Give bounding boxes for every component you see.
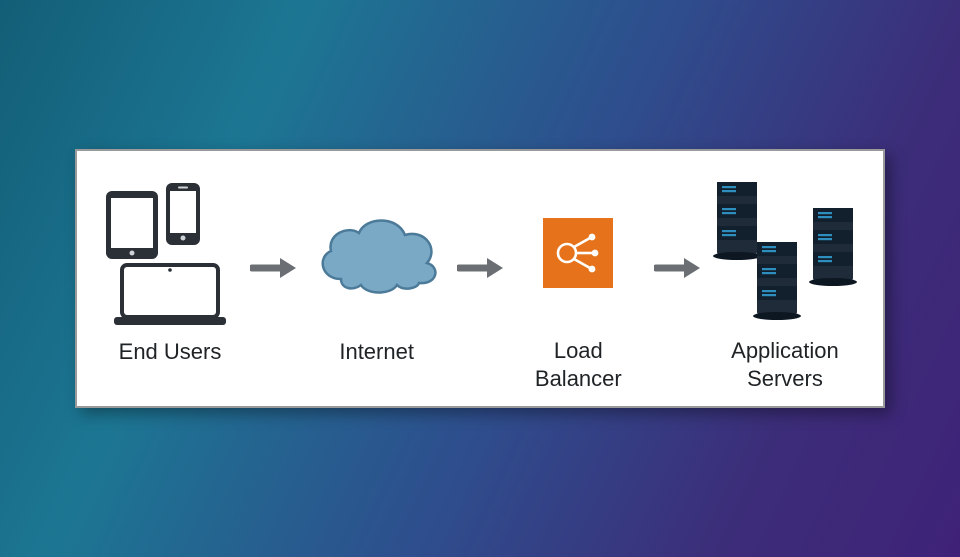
load-balancer-icon — [543, 173, 613, 333]
stage-app-servers: ApplicationServers — [705, 173, 865, 392]
cloud-icon — [307, 174, 447, 334]
stage-end-users: End Users — [95, 174, 245, 392]
gradient-background: End Users Internet — [0, 0, 960, 557]
diagram-panel: End Users Internet — [75, 149, 885, 408]
stage-label-end-users: End Users — [119, 338, 222, 392]
devices-icon — [100, 174, 240, 334]
stage-load-balancer: Load Balancer — [508, 173, 648, 392]
arrow-right-icon — [456, 188, 504, 348]
arrow-right-icon — [249, 188, 297, 348]
arrow-right-icon — [653, 188, 701, 348]
stage-label-load-balancer: Load Balancer — [508, 337, 648, 392]
stage-label-internet: Internet — [339, 338, 414, 392]
stage-label-app-servers: ApplicationServers — [731, 337, 839, 392]
diagram-row: End Users Internet — [95, 173, 865, 392]
stage-internet: Internet — [302, 174, 452, 392]
servers-icon — [705, 173, 865, 333]
